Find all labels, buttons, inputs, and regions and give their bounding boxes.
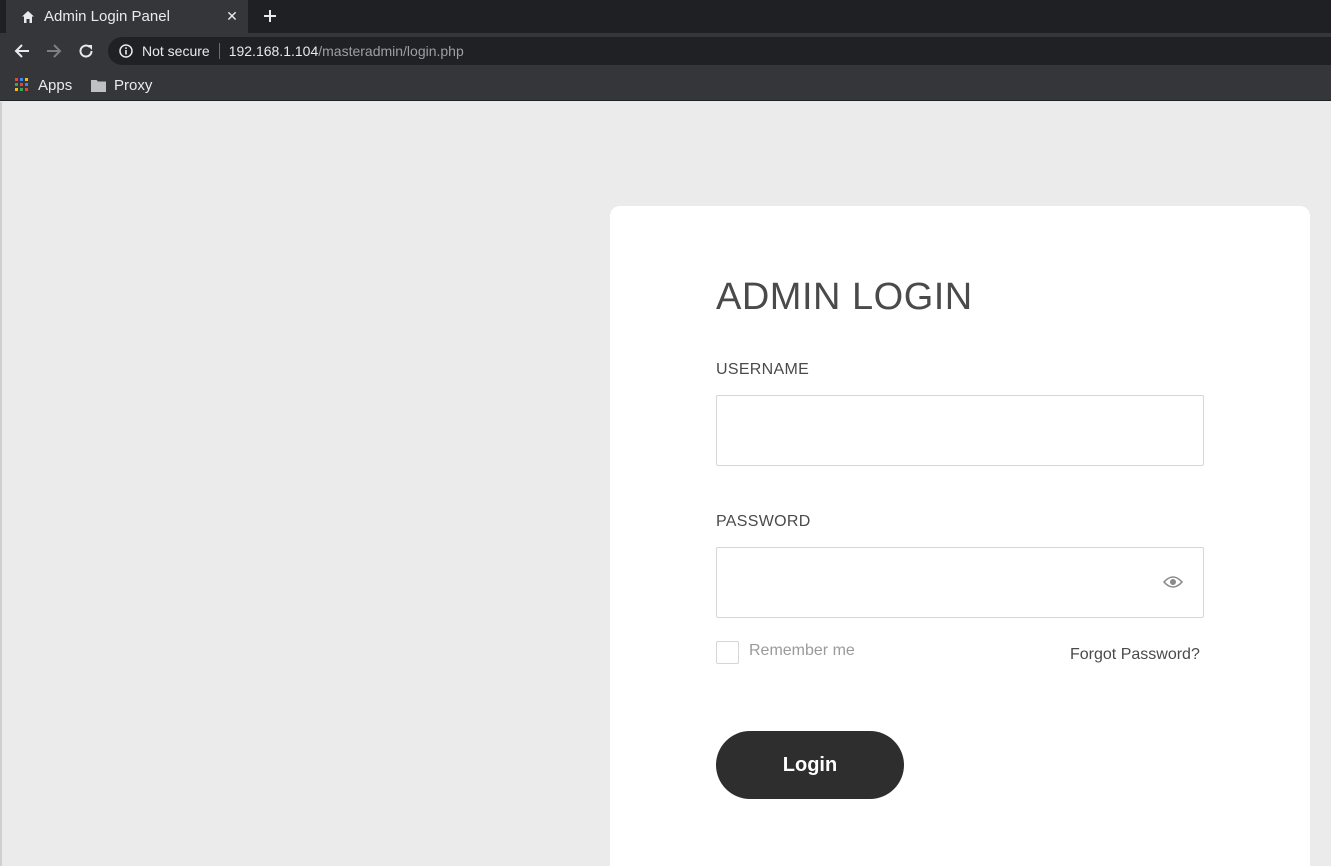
username-label: USERNAME	[716, 361, 810, 378]
forgot-password-link[interactable]: Forgot Password?	[1070, 646, 1200, 664]
remember-me-checkbox[interactable]	[716, 641, 739, 664]
page-title: ADMIN LOGIN	[716, 276, 973, 318]
close-icon[interactable]: ✕	[224, 8, 240, 25]
forward-arrow-icon[interactable]	[44, 41, 64, 61]
back-arrow-icon[interactable]	[12, 41, 32, 61]
home-icon	[20, 9, 36, 25]
bookmark-apps[interactable]: Apps	[14, 75, 72, 95]
info-icon[interactable]	[118, 43, 134, 59]
password-label: PASSWORD	[716, 513, 811, 530]
password-input[interactable]	[717, 548, 1203, 617]
bookmark-proxy[interactable]: Proxy	[90, 75, 152, 95]
bookmark-label: Proxy	[114, 76, 153, 94]
browser-toolbar: Not secure 192.168.1.104/masteradmin/log…	[0, 33, 1331, 69]
tab-title: Admin Login Panel	[44, 8, 170, 25]
login-button[interactable]: Login	[716, 731, 904, 799]
remember-me-label[interactable]: Remember me	[749, 642, 855, 660]
apps-grid-icon	[14, 77, 30, 93]
username-field-wrapper	[716, 395, 1204, 466]
reload-icon[interactable]	[76, 41, 96, 61]
eye-icon[interactable]	[1163, 574, 1183, 590]
security-status: Not secure	[142, 43, 210, 59]
folder-icon	[90, 77, 106, 93]
password-field-wrapper	[716, 547, 1204, 618]
address-bar[interactable]: Not secure 192.168.1.104/masteradmin/log…	[108, 37, 1331, 65]
separator	[218, 43, 220, 59]
bookmarks-bar: Apps Proxy	[0, 69, 1331, 101]
browser-tab-strip: Admin Login Panel ✕	[0, 0, 1331, 33]
bookmark-label: Apps	[38, 76, 73, 94]
browser-tab[interactable]: Admin Login Panel ✕	[6, 0, 248, 33]
url-host: 192.168.1.104	[228, 43, 319, 59]
username-input[interactable]	[717, 396, 1203, 465]
new-tab-button[interactable]	[260, 6, 280, 26]
url-path: /masteradmin/login.php	[318, 43, 464, 59]
